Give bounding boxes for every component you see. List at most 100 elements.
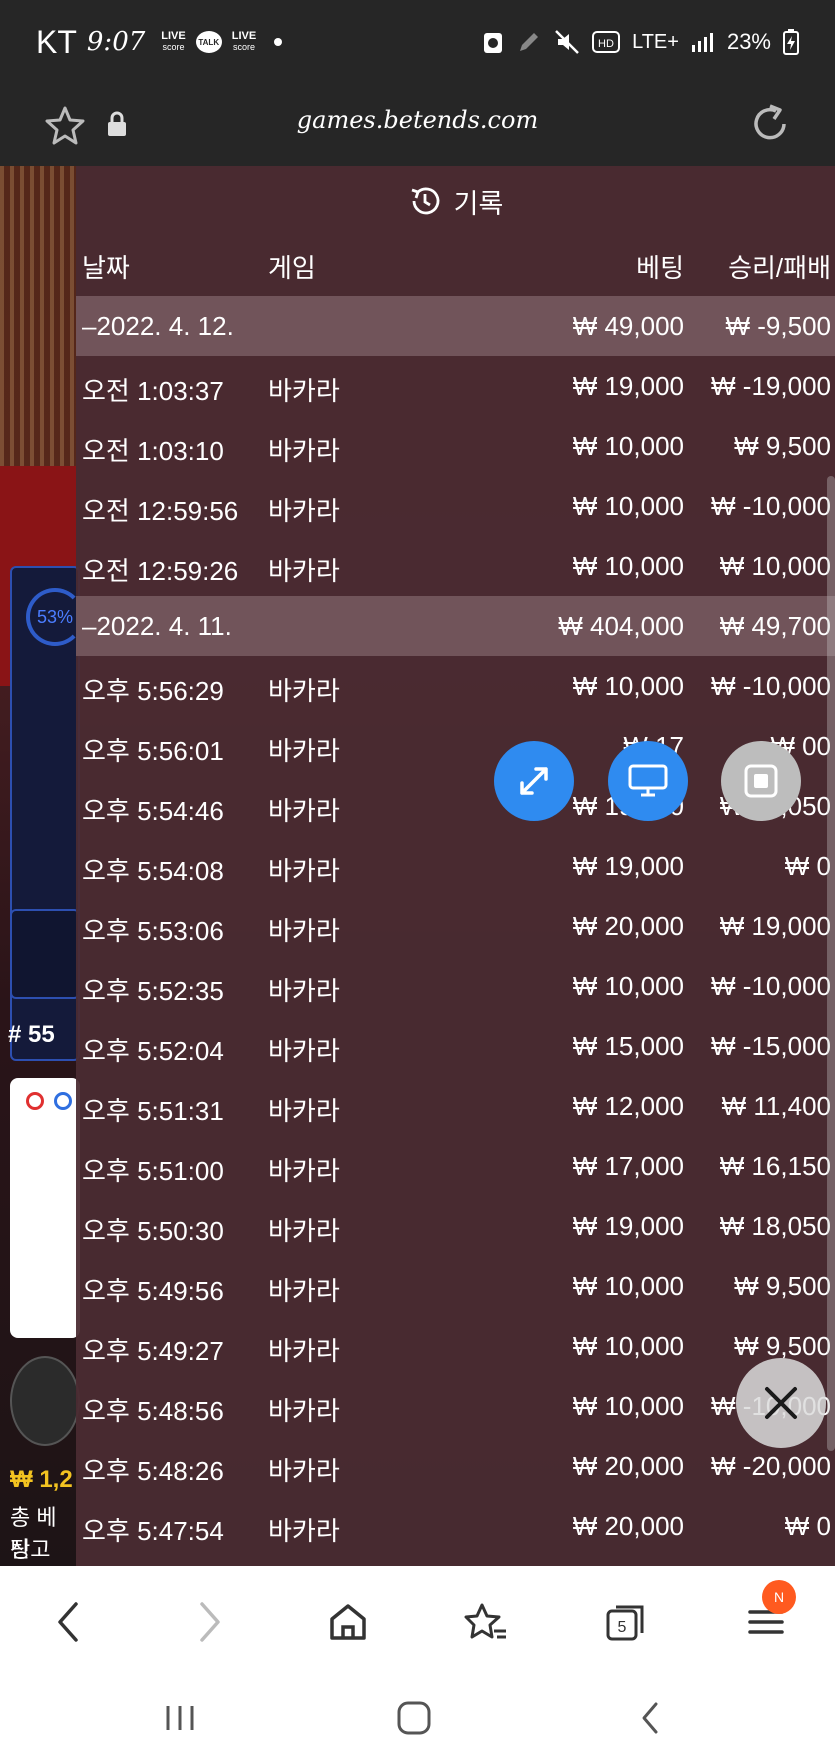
history-list[interactable]: –2022. 4. 12. ₩ 49,000 ₩ -9,500 오전 1:03:37 바… [76, 296, 835, 1556]
history-date-group: –2022. 4. 11. ₩ 404,000 ₩ 49,700 [76, 596, 835, 656]
history-date: 오후 5:54:46 [82, 796, 224, 826]
system-back-button[interactable] [622, 1690, 678, 1746]
minimize-button[interactable] [721, 741, 801, 821]
history-game: 바카라 [268, 436, 340, 466]
forward-button[interactable] [182, 1594, 238, 1650]
history-scrollbar[interactable] [827, 476, 835, 1451]
history-date: 오후 5:51:00 [82, 1156, 224, 1186]
history-header: 기록 [76, 166, 835, 236]
history-row: 오후 5:48:56바카라₩ 10,000₩ -10,000 [76, 1376, 835, 1436]
status-left: KT 9:07 LIVE score TALK LIVE score [36, 23, 283, 61]
history-bet: ₩ 10,000 [572, 491, 684, 521]
history-date: 오후 5:49:56 [82, 1276, 224, 1306]
road-dot-blue [54, 1092, 72, 1110]
status-right: HD LTE+ 23% [482, 29, 799, 55]
history-game: 바카라 [268, 1096, 340, 1126]
home-square-icon [397, 1701, 431, 1735]
history-date: 오후 5:48:26 [82, 1456, 224, 1486]
col-win-loss: 승리/패배 [728, 253, 831, 283]
address-bar-url[interactable]: games.betends.com [0, 106, 835, 134]
col-bet: 베팅 [636, 253, 684, 283]
battery-charging-icon [783, 29, 799, 55]
history-bet: ₩ 10,000 [572, 1331, 684, 1361]
browser-toolbar: games.betends.com [0, 84, 835, 166]
video-mode-button[interactable] [608, 741, 688, 821]
system-home-button[interactable] [386, 1690, 442, 1746]
history-row: 오후 5:51:31 바카라 ₩ 12,000 ₩ 11,400 [76, 1076, 835, 1136]
history-date: 오전 1:03:10 [82, 436, 224, 466]
history-date: 오후 5:49:27 [82, 1336, 224, 1366]
history-win-loss: ₩ -10,000 [711, 971, 831, 1001]
history-win-loss: ₩ 9,500 [734, 1271, 831, 1301]
history-bet: ₩ 19,000 [572, 851, 684, 881]
chip-selector-button[interactable] [10, 1356, 80, 1446]
chevron-right-icon [200, 1602, 220, 1642]
bet-area-button[interactable] [10, 909, 80, 999]
history-bet: ₩ 10,000 [572, 1271, 684, 1301]
history-date: 오후 5:48:56 [82, 1396, 224, 1426]
battery-percent: 23% [726, 29, 771, 54]
col-date: 날짜 [82, 253, 130, 283]
close-history-button[interactable] [736, 1358, 826, 1448]
history-row: 오후 5:56:01바카라₩ 17₩ 00 [76, 716, 835, 776]
recents-button[interactable] [152, 1690, 208, 1746]
history-win-loss: ₩ -10,000 [711, 671, 831, 701]
android-system-nav [0, 1676, 835, 1763]
history-win-loss: ₩ 0 [784, 1511, 831, 1541]
recents-icon [166, 1706, 194, 1730]
livescore-bottom: score [162, 42, 185, 52]
home-icon [330, 1604, 366, 1640]
reload-icon[interactable] [748, 102, 792, 146]
history-bet: ₩ 10,000 [572, 971, 684, 1001]
history-row: 오후 5:54:08 바카라 ₩ 19,000 ₩ 0 [76, 836, 835, 896]
history-game: 바카라 [268, 496, 340, 526]
history-game: 바카라 [268, 676, 340, 706]
history-date: 오후 5:50:30 [82, 1216, 224, 1246]
history-row: 오후 5:52:04 바카라 ₩ 15,000 ₩ -15,000 [76, 1016, 835, 1076]
history-row: 오후 5:49:56 바카라 ₩ 10,000 ₩ 9,500 [76, 1256, 835, 1316]
back-chevron-icon [642, 1702, 658, 1734]
history-bet: ₩ 10,000 [572, 671, 684, 701]
history-date: –2022. 4. 12. [82, 311, 234, 341]
home-button[interactable] [320, 1594, 376, 1650]
history-game: 바카라 [268, 556, 340, 586]
chevron-left-icon [58, 1602, 78, 1642]
history-row: 오후 5:56:29 바카라 ₩ 10,000 ₩ -10,000 [76, 656, 835, 716]
history-date: 오전 1:03:37 [82, 376, 224, 406]
browser-bottom-nav: 5 [0, 1566, 835, 1676]
carrier-label: KT [36, 23, 77, 60]
history-game: 바카라 [268, 1516, 340, 1546]
history-bet: ₩ 19,000 [572, 371, 684, 401]
history-date-group: –2022. 4. 12. ₩ 49,000 ₩ -9,500 [76, 296, 835, 356]
history-date: 오후 5:51:31 [82, 1096, 224, 1126]
history-date: –2022. 4. 11. [82, 611, 232, 641]
history-date: 오후 5:47:54 [82, 1516, 224, 1546]
history-bet: ₩ 12,000 [572, 1091, 684, 1121]
history-row: 오후 5:47:54 바카라 ₩ 20,000 ₩ 0 [76, 1496, 835, 1556]
bookmarks-button[interactable] [458, 1594, 514, 1650]
history-game: 바카라 [268, 1336, 340, 1366]
history-date: 오후 5:56:29 [82, 676, 224, 706]
history-row: 오후 5:50:30 바카라 ₩ 19,000 ₩ 18,050 [76, 1196, 835, 1256]
history-bet: ₩ 20,000 [572, 1511, 684, 1541]
mute-icon [555, 30, 579, 54]
history-bet: ₩ 10,000 [572, 1391, 684, 1421]
history-row: 오전 1:03:10 바카라 ₩ 10,000 ₩ 9,500 [76, 416, 835, 476]
road-dot-red [26, 1092, 44, 1110]
history-clock-icon [411, 187, 440, 215]
history-row: 오후 5:51:00 바카라 ₩ 17,000 ₩ 16,150 [76, 1136, 835, 1196]
game-left-strip: 53% # 55 ₩ 1,2 총 베팅 잔고 ₩ [0, 166, 84, 1566]
menu-notification-badge: N [762, 1580, 796, 1614]
history-title: 기록 [453, 188, 504, 219]
fullscreen-button[interactable] [494, 741, 574, 821]
history-row: 오전 12:59:26 바카라 ₩ 10,000 ₩ 10,000 [76, 536, 835, 596]
history-game: 바카라 [268, 736, 340, 766]
history-win-loss: ₩ 9,500 [734, 431, 831, 461]
history-row: 오전 1:03:37 바카라 ₩ 19,000 ₩ -19,000 [76, 356, 835, 416]
history-game: 바카라 [268, 916, 340, 946]
tabs-button[interactable]: 5 [598, 1594, 654, 1650]
history-game: 바카라 [268, 1216, 340, 1246]
history-game: 바카라 [268, 856, 340, 886]
history-win-loss: ₩ 10,000 [719, 551, 831, 581]
back-button[interactable] [40, 1594, 96, 1650]
